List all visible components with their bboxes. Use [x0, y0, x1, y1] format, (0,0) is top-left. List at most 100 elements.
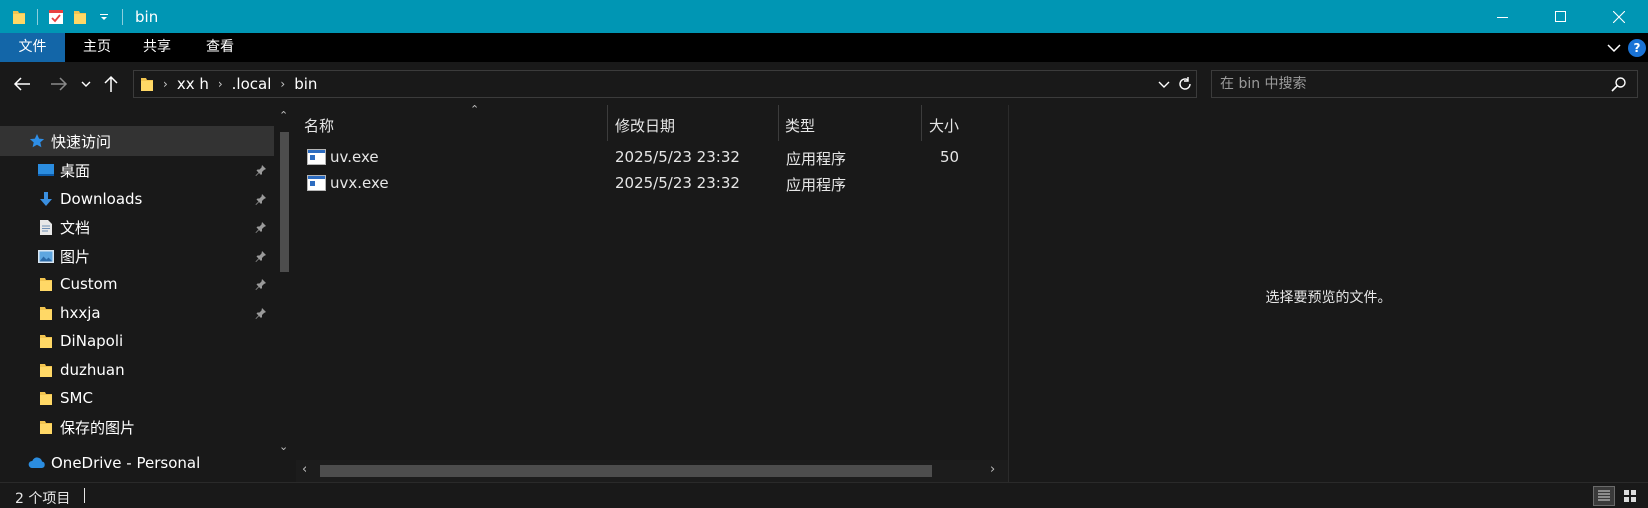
breadcrumb-xx-h[interactable]: xx h: [177, 75, 209, 93]
customize-dropdown-icon[interactable]: [92, 0, 116, 33]
close-button[interactable]: [1590, 0, 1648, 33]
sidebar-item-pictures[interactable]: 图片: [0, 241, 274, 271]
status-bar: 2 个项目: [0, 482, 1648, 508]
sidebar-item-quick-access[interactable]: 快速访问: [0, 126, 274, 156]
back-button[interactable]: [8, 70, 36, 98]
window-title: bin: [135, 7, 159, 26]
sidebar-item-label: hxxja: [60, 304, 101, 322]
column-header-name[interactable]: 名称: [304, 115, 334, 136]
sidebar-item-smc[interactable]: SMC: [0, 383, 274, 413]
nav-pane-scrollbar[interactable]: ⌃ ⌄: [276, 105, 293, 482]
close-icon: [1613, 10, 1625, 23]
scroll-left-icon[interactable]: ‹: [302, 462, 307, 477]
ribbon-controls: ?: [1606, 33, 1646, 62]
file-type: 应用程序: [786, 150, 847, 168]
column-divider[interactable]: [778, 105, 779, 141]
details-view-button[interactable]: [1593, 486, 1615, 506]
pin-icon[interactable]: [254, 277, 268, 291]
tab-share[interactable]: 共享: [131, 33, 183, 62]
sidebar-item-hxxja[interactable]: hxxja: [0, 298, 274, 328]
tab-view[interactable]: 查看: [194, 33, 246, 62]
sidebar-item-dinapoli[interactable]: DiNapoli: [0, 326, 274, 356]
forward-button[interactable]: [46, 70, 72, 98]
search-input[interactable]: [1220, 74, 1590, 94]
large-icons-view-button[interactable]: [1619, 486, 1641, 506]
file-type: 应用程序: [786, 176, 847, 194]
breadcrumb-bin[interactable]: bin: [294, 75, 317, 93]
sidebar-item-saved-pictures[interactable]: 保存的图片: [0, 412, 274, 442]
desktop-icon: [37, 161, 55, 179]
document-icon: [37, 218, 55, 236]
column-divider[interactable]: [607, 105, 608, 141]
cloud-icon: [28, 454, 46, 472]
chevron-down-icon: [81, 81, 91, 87]
pin-icon[interactable]: [254, 163, 268, 177]
pin-icon[interactable]: [254, 220, 268, 234]
address-history-dropdown[interactable]: [1158, 71, 1170, 97]
pin-icon[interactable]: [254, 249, 268, 263]
sidebar-item-custom[interactable]: Custom: [0, 269, 274, 299]
folder-icon: [37, 361, 55, 379]
help-button[interactable]: ?: [1628, 38, 1646, 57]
toolbar-separator: [37, 8, 38, 25]
navigation-pane: 快速访问 桌面 Downloads 文档 图片 Custom hxxja DiN…: [0, 105, 296, 482]
sidebar-item-label: 保存的图片: [60, 418, 136, 437]
tab-home[interactable]: 主页: [71, 33, 123, 62]
search-icon[interactable]: [1611, 76, 1627, 92]
table-row[interactable]: uv.exe 2025/5/23 23:32 应用程序 50: [307, 145, 974, 171]
scroll-down-icon[interactable]: ⌄: [279, 440, 288, 453]
address-bar[interactable]: › xx h › .local › bin: [133, 70, 1197, 98]
file-list-horizontal-scrollbar[interactable]: ‹ ›: [296, 460, 1008, 482]
sidebar-item-duzhuan[interactable]: duzhuan: [0, 355, 274, 385]
recent-locations-button[interactable]: [78, 70, 94, 98]
scroll-right-icon[interactable]: ›: [990, 462, 995, 477]
column-divider[interactable]: [921, 105, 922, 141]
sidebar-item-label: 快速访问: [51, 132, 112, 151]
details-view-icon: [1598, 490, 1610, 501]
folder-icon: [37, 275, 55, 293]
up-button[interactable]: [100, 70, 122, 98]
ribbon-tabs: 文件 主页 共享 查看 ?: [0, 33, 1648, 62]
pin-icon[interactable]: [254, 192, 268, 206]
file-name: uvx.exe: [330, 174, 389, 192]
maximize-button[interactable]: [1532, 0, 1590, 33]
column-header-type[interactable]: 类型: [785, 115, 815, 136]
minimize-button[interactable]: [1474, 0, 1532, 33]
sidebar-item-downloads[interactable]: Downloads: [0, 184, 274, 214]
preview-pane: 选择要预览的文件。: [1009, 105, 1648, 482]
folder-icon: [37, 418, 55, 436]
download-icon: [37, 190, 55, 208]
sidebar-item-label: SMC: [60, 389, 93, 407]
table-row[interactable]: uvx.exe 2025/5/23 23:32 应用程序: [307, 171, 974, 197]
scrollbar-thumb[interactable]: [320, 465, 932, 477]
search-box[interactable]: [1211, 70, 1638, 98]
scrollbar-thumb[interactable]: [280, 132, 289, 272]
sidebar-item-label: duzhuan: [60, 361, 125, 379]
title-bar: bin: [0, 0, 1648, 33]
file-modified: 2025/5/23 23:32: [615, 174, 740, 192]
sidebar-item-onedrive[interactable]: OneDrive - Personal: [0, 448, 274, 478]
refresh-icon: [1179, 77, 1191, 90]
sidebar-item-documents[interactable]: 文档: [0, 212, 274, 242]
column-header-modified[interactable]: 修改日期: [615, 115, 675, 136]
arrow-up-icon: [104, 75, 118, 92]
new-folder-icon[interactable]: [68, 0, 92, 33]
column-header-size[interactable]: 大小: [929, 115, 959, 136]
maximize-icon: [1555, 10, 1566, 22]
chevron-down-icon[interactable]: [1606, 40, 1622, 56]
status-separator: [84, 488, 85, 503]
scroll-up-icon[interactable]: ⌃: [279, 109, 288, 122]
preview-message: 选择要预览的文件。: [1265, 290, 1392, 306]
pin-icon[interactable]: [254, 306, 268, 320]
file-size: 50: [940, 148, 960, 166]
breadcrumb-local[interactable]: .local: [232, 75, 272, 93]
navigation-bar: › xx h › .local › bin: [0, 62, 1648, 105]
properties-icon[interactable]: [44, 0, 68, 33]
sidebar-item-label: 文档: [60, 218, 91, 237]
refresh-button[interactable]: [1177, 71, 1193, 97]
folder-icon: [7, 0, 31, 33]
executable-icon: [307, 149, 326, 165]
file-modified: 2025/5/23 23:32: [615, 148, 740, 166]
sidebar-item-desktop[interactable]: 桌面: [0, 155, 274, 185]
tab-file[interactable]: 文件: [0, 33, 65, 62]
